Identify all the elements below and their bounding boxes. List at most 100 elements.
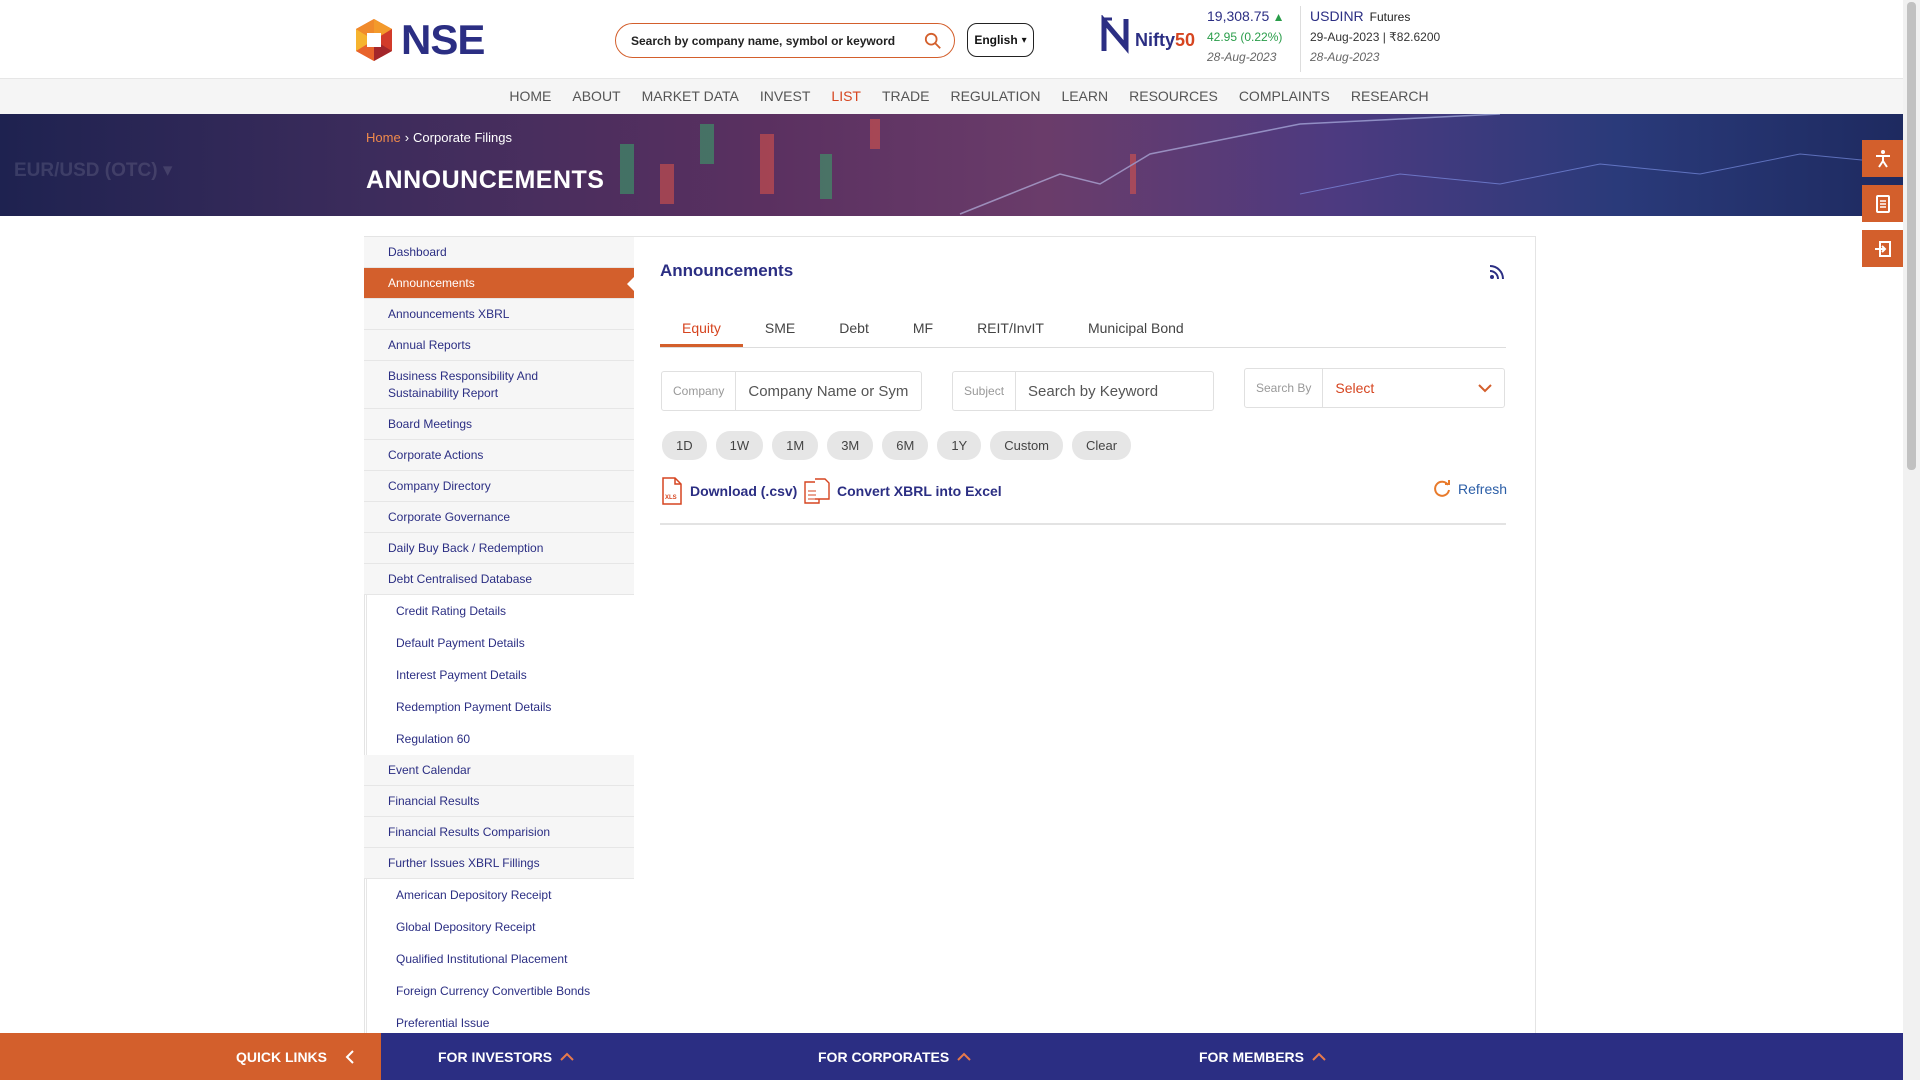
period-3m[interactable]: 3M (827, 431, 874, 460)
sidebar-menu: Dashboard Announcements Announcements XBRL… (364, 237, 634, 1039)
accessibility-icon (1875, 149, 1890, 168)
subject-filter: Subject (952, 371, 1214, 411)
nav-market-data[interactable]: MARKET DATA (631, 79, 749, 114)
for-corporates-button[interactable]: FOR CORPORATES (818, 1033, 971, 1080)
refresh-button[interactable]: Refresh (1432, 479, 1507, 499)
for-corporates-label: FOR CORPORATES (818, 1048, 950, 1065)
usdinr-quote[interactable]: USDINR Futures 29-Aug-2023 | ₹82.6200 28-… (1310, 6, 1440, 67)
subject-input[interactable] (1016, 382, 1213, 400)
nav-invest[interactable]: INVEST (749, 79, 821, 114)
document-button[interactable] (1862, 185, 1903, 222)
nav-about[interactable]: ABOUT (562, 79, 631, 114)
main-nav: HOME ABOUT MARKET DATA INVEST LIST TRADE… (0, 79, 1903, 115)
nav-trade[interactable]: TRADE (872, 79, 940, 114)
search-input[interactable] (631, 33, 924, 48)
sidebar-item-american-depository-receipt[interactable]: American Depository Receipt (366, 879, 634, 911)
action-bar: XLS Download (.csv) Convert XBRL into Ex… (660, 477, 1507, 511)
language-label: English (974, 33, 1018, 47)
sidebar-item-interest-payment-details[interactable]: Interest Payment Details (366, 659, 634, 691)
clear-button[interactable]: Clear (1072, 431, 1132, 460)
for-members-label: FOR MEMBERS (1199, 1048, 1304, 1065)
search-by-select[interactable]: Select (1323, 380, 1504, 396)
period-1w[interactable]: 1W (715, 431, 764, 460)
nav-resources[interactable]: RESOURCES (1119, 79, 1229, 114)
for-investors-button[interactable]: FOR INVESTORS (438, 1033, 574, 1080)
nifty-n-icon (1101, 15, 1129, 54)
svg-text:XLS: XLS (665, 495, 677, 501)
nifty-change: 42.95 (0.22%) (1207, 30, 1283, 44)
sidebar-item-event-calendar[interactable]: Event Calendar (364, 755, 634, 786)
nav-regulation[interactable]: REGULATION (940, 79, 1051, 114)
sidebar-item-dashboard[interactable]: Dashboard (364, 237, 634, 268)
sidebar-item-default-payment-details[interactable]: Default Payment Details (366, 627, 634, 659)
results-divider (660, 523, 1506, 525)
sidebar-item-daily-buy-back-redemption[interactable]: Daily Buy Back / Redemption (364, 533, 634, 564)
period-custom[interactable]: Custom (990, 431, 1064, 460)
search-by-label: Search By (1245, 369, 1324, 407)
sidebar-item-debt-centralised-database[interactable]: Debt Centralised Database (364, 564, 634, 595)
tab-equity[interactable]: Equity (660, 309, 743, 347)
breadcrumb-current: Corporate Filings (413, 130, 513, 145)
global-search[interactable] (615, 23, 955, 58)
scrollbar-thumb[interactable] (1907, 2, 1916, 470)
sidebar-item-corporate-governance[interactable]: Corporate Governance (364, 502, 634, 533)
nifty-brand: Nifty (1135, 29, 1175, 50)
sidebar-item-foreign-currency-convertible-bonds[interactable]: Foreign Currency Convertible Bonds (366, 975, 634, 1007)
search-by-filter: Search By Select (1244, 368, 1505, 408)
usdinr-symbol: USDINR (1310, 8, 1364, 24)
chevron-left-icon (345, 1049, 354, 1064)
download-csv-label: Download (.csv) (690, 483, 798, 499)
company-input[interactable] (736, 382, 921, 400)
page-scrollbar[interactable] (1903, 0, 1920, 1080)
nav-learn[interactable]: LEARN (1051, 79, 1119, 114)
sidebar-item-annual-reports[interactable]: Annual Reports (364, 330, 634, 361)
period-1d[interactable]: 1D (662, 431, 707, 460)
breadcrumb-home[interactable]: Home (366, 130, 401, 145)
login-button[interactable] (1862, 230, 1903, 267)
sidebar-item-announcements-xbrl[interactable]: Announcements XBRL (364, 299, 634, 330)
period-1m[interactable]: 1M (772, 431, 819, 460)
logo-text: NSE (401, 16, 485, 63)
nav-research[interactable]: RESEARCH (1340, 79, 1439, 114)
period-6m[interactable]: 6M (882, 431, 929, 460)
banner-chart-graphic (620, 114, 1903, 215)
tab-sme[interactable]: SME (743, 309, 817, 347)
period-chips: 1D 1W 1M 3M 6M 1Y Custom Clear (662, 431, 1132, 460)
quick-links-button[interactable]: QUICK LINKS (0, 1033, 381, 1080)
refresh-label: Refresh (1458, 481, 1508, 497)
sidebar-item-global-depository-receipt[interactable]: Global Depository Receipt (366, 911, 634, 943)
convert-xbrl-button[interactable]: Convert XBRL into Excel (803, 477, 1002, 505)
period-1y[interactable]: 1Y (937, 431, 982, 460)
download-csv-button[interactable]: XLS Download (.csv) (660, 477, 797, 505)
accessibility-button[interactable] (1862, 140, 1903, 177)
sidebar-item-redemption-payment-details[interactable]: Redemption Payment Details (366, 691, 634, 723)
tab-debt[interactable]: Debt (817, 309, 891, 347)
site-header: NSE English ▾ Nifty50 19,308.75 ▲ 42.95 … (0, 0, 1903, 79)
sidebar-item-financial-results-comparision[interactable]: Financial Results Comparision (364, 817, 634, 848)
tab-mf[interactable]: MF (891, 309, 955, 347)
nifty-quote[interactable]: 19,308.75 ▲ 42.95 (0.22%) 28-Aug-2023 (1207, 6, 1285, 67)
sidebar-item-announcements[interactable]: Announcements (364, 268, 634, 299)
sidebar-item-board-meetings[interactable]: Board Meetings (364, 409, 634, 440)
sidebar-item-further-issues-xbrl-fillings[interactable]: Further Issues XBRL Fillings (364, 848, 634, 879)
nse-logo[interactable]: NSE (351, 16, 485, 64)
sidebar-item-business-responsibility-and-sustainability-report[interactable]: Business Responsibility And Sustainabili… (364, 361, 634, 409)
tab-reit-invit[interactable]: REIT/InvIT (955, 309, 1066, 347)
sidebar-item-company-directory[interactable]: Company Directory (364, 471, 634, 502)
rss-icon[interactable] (1488, 263, 1506, 281)
nav-complaints[interactable]: COMPLAINTS (1228, 79, 1340, 114)
search-icon[interactable] (924, 32, 942, 50)
sidebar-item-qualified-institutional-placement[interactable]: Qualified Institutional Placement (366, 943, 634, 975)
tab-municipal-bond[interactable]: Municipal Bond (1066, 309, 1206, 347)
sidebar-item-regulation-60[interactable]: Regulation 60 (366, 723, 634, 755)
chevron-down-icon (1478, 383, 1492, 392)
chevron-down-icon: ▾ (1021, 34, 1027, 46)
sidebar-item-credit-rating-details[interactable]: Credit Rating Details (366, 595, 634, 627)
language-select[interactable]: English ▾ (967, 23, 1034, 57)
for-members-button[interactable]: FOR MEMBERS (1199, 1033, 1326, 1080)
nav-home[interactable]: HOME (499, 79, 562, 114)
nav-list[interactable]: LIST (821, 79, 872, 114)
nifty50-logo[interactable]: Nifty50 (1100, 15, 1195, 55)
sidebar-item-corporate-actions[interactable]: Corporate Actions (364, 440, 634, 471)
sidebar-item-financial-results[interactable]: Financial Results (364, 786, 634, 817)
